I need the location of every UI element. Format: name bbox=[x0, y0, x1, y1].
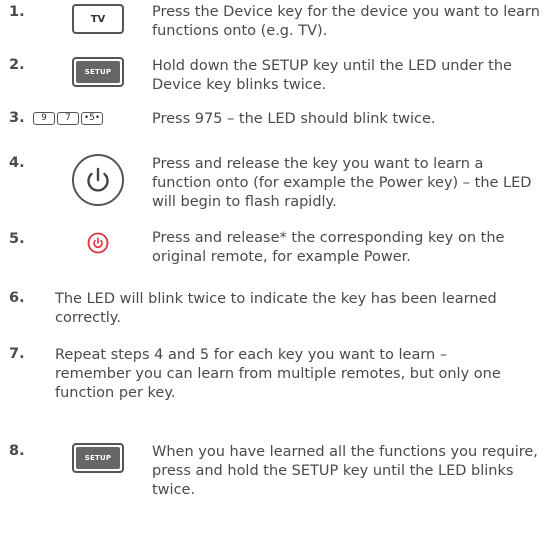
step-text: Press 975 – the LED should blink twice. bbox=[152, 111, 436, 127]
step-number: 2. bbox=[9, 57, 25, 73]
step-text: Hold down the SETUP key until the LED un… bbox=[152, 58, 512, 93]
key-7: 7 bbox=[57, 112, 79, 125]
step-number: 4. bbox=[9, 155, 25, 171]
step-text: When you have learned all the functions … bbox=[152, 444, 538, 498]
step-number: 3. bbox=[9, 110, 25, 126]
tv-key-icon: TV bbox=[72, 4, 124, 34]
tv-key-label: TV bbox=[90, 13, 106, 25]
step-number: 5. bbox=[9, 231, 25, 247]
key-9: 9 bbox=[33, 112, 55, 125]
step-text: Press and release the key you want to le… bbox=[152, 156, 532, 210]
step-number: 8. bbox=[9, 443, 25, 459]
step-text: Repeat steps 4 and 5 for each key you wa… bbox=[55, 347, 501, 401]
key-5: •5• bbox=[81, 112, 103, 125]
step-text: The LED will blink twice to indicate the… bbox=[55, 291, 497, 326]
step-text: Press and release* the corresponding key… bbox=[152, 230, 505, 265]
red-power-icon bbox=[87, 232, 109, 254]
step-number: 6. bbox=[9, 290, 25, 306]
setup-key-label: SETUP bbox=[84, 454, 112, 462]
number-keys-icon: 9 7 •5• bbox=[33, 112, 103, 125]
step-number: 7. bbox=[9, 346, 25, 362]
setup-key-icon: SETUP bbox=[72, 57, 124, 87]
power-key-icon bbox=[72, 154, 124, 206]
step-number: 1. bbox=[9, 4, 25, 20]
setup-key-label: SETUP bbox=[84, 68, 112, 76]
step-text: Press the Device key for the device you … bbox=[152, 4, 540, 39]
setup-key-icon: SETUP bbox=[72, 443, 124, 473]
